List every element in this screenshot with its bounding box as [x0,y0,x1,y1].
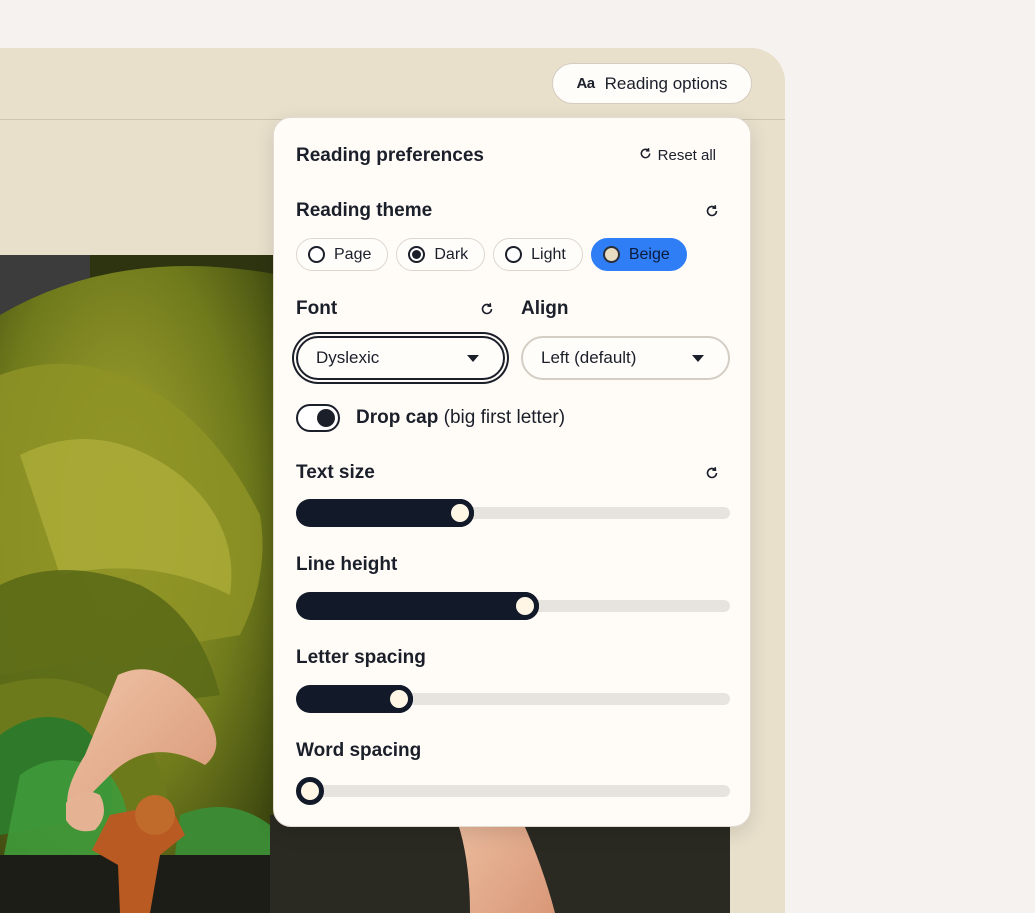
theme-option-light[interactable]: Light [493,238,583,271]
letter-spacing-label: Letter spacing [296,647,426,668]
line-height-slider[interactable] [296,592,730,620]
slider-thumb[interactable] [296,777,324,805]
reset-theme-icon[interactable] [705,204,719,218]
slider-thumb[interactable] [446,499,475,527]
drop-cap-label: Drop cap (big first letter) [356,407,565,429]
word-spacing-label: Word spacing [296,740,422,761]
theme-option-label: Page [334,245,372,263]
line-height-label: Line height [296,554,398,575]
theme-option-label: Light [531,245,566,263]
slider-thumb[interactable] [511,592,540,620]
chevron-down-icon [467,354,479,362]
reset-font-icon[interactable] [480,302,494,316]
chevron-down-icon [692,354,704,362]
theme-options: Page Dark Light Beige [296,238,687,271]
radio-icon [505,246,523,263]
reading-theme-label: Reading theme [296,200,433,221]
letter-spacing-slider[interactable] [296,685,730,713]
reset-all-button[interactable]: Reset all [639,147,716,164]
font-label: Font [296,298,338,319]
toggle-knob [317,409,335,427]
slider-track [296,785,730,797]
theme-option-beige[interactable]: Beige [590,238,687,271]
font-select-value: Dyslexic [316,348,380,367]
radio-dark-icon [408,246,426,263]
reading-options-label: Reading options [604,73,728,93]
reset-all-label: Reset all [657,147,716,164]
font-select[interactable]: Dyslexic [296,336,505,380]
align-label: Align [521,298,569,319]
theme-option-dark[interactable]: Dark [396,238,486,271]
theme-option-page[interactable]: Page [296,238,389,271]
panel-title: Reading preferences [296,145,484,166]
reset-icon [639,147,652,164]
text-size-slider[interactable] [296,499,730,527]
radio-icon [308,246,325,263]
align-select[interactable]: Left (default) [521,336,730,380]
reading-options-button[interactable]: Aa Reading options [552,63,752,104]
slider-fill [296,592,540,620]
drop-cap-toggle[interactable] [296,404,340,432]
slider-thumb[interactable] [385,685,414,713]
text-format-icon: Aa [576,75,595,92]
text-size-label: Text size [296,462,375,483]
theme-option-label: Beige [628,245,670,263]
reading-preferences-panel: Reading preferences Reset all Reading th… [273,117,751,827]
word-spacing-slider[interactable] [296,777,730,805]
radio-selected-icon [602,246,620,263]
reset-text-size-icon[interactable] [705,466,719,480]
drop-cap-label-rest: (big first letter) [438,407,566,428]
drop-cap-label-bold: Drop cap [356,407,439,428]
align-select-value: Left (default) [541,348,637,367]
theme-option-label: Dark [434,245,469,263]
